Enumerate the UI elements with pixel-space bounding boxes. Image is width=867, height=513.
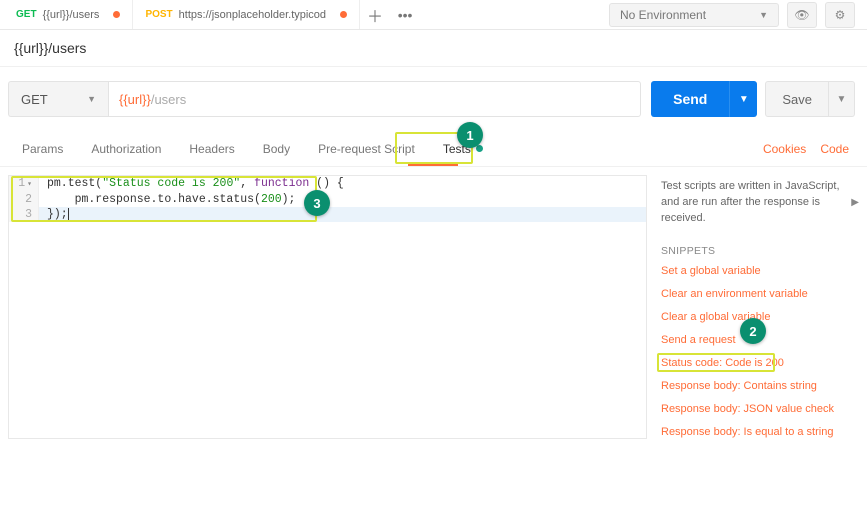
tab-prerequest[interactable]: Pre-request Script — [304, 131, 429, 166]
save-button[interactable]: Save — [765, 81, 829, 117]
http-method-value: GET — [21, 92, 48, 107]
section-right-links: Cookies Code — [763, 142, 859, 156]
method-badge-get: GET — [16, 9, 37, 20]
settings-button[interactable]: ⚙ — [825, 2, 855, 28]
tab-params[interactable]: Params — [8, 131, 77, 166]
snippet-set-global[interactable]: Set a global variable — [661, 265, 857, 277]
request-tab-strip: GET {{url}}/users POST https://jsonplace… — [0, 0, 867, 30]
chevron-down-icon: ▼ — [87, 94, 96, 104]
tab-body[interactable]: Body — [249, 131, 304, 166]
tests-editor-area: 1 pm.test("Status code is 200", function… — [0, 167, 867, 447]
chevron-down-icon: ▼ — [759, 10, 768, 20]
line-number: 3 — [9, 207, 39, 222]
active-indicator-icon — [476, 145, 483, 152]
expand-hint-button[interactable]: ▶ — [851, 197, 859, 208]
request-title-bar: {{url}}/users — [0, 30, 867, 67]
request-tab-1[interactable]: GET {{url}}/users — [4, 0, 133, 29]
tests-code-editor[interactable]: 1 pm.test("Status code is 200", function… — [8, 175, 647, 439]
text-cursor-icon — [68, 208, 69, 220]
send-options-button[interactable]: ▼ — [729, 81, 757, 117]
snippets-list: Set a global variable Clear an environme… — [661, 265, 857, 438]
new-tab-button[interactable]: ＋ — [360, 3, 390, 27]
snippet-status-200[interactable]: Status code: Code is 200 — [661, 357, 857, 369]
line-number: 1 — [9, 176, 39, 192]
code-line-2: pm.response.to.have.status(200); — [39, 192, 295, 207]
http-method-dropdown[interactable]: GET ▼ — [8, 81, 108, 117]
annotation-callout-2: 2 — [740, 318, 766, 344]
snippet-body-json[interactable]: Response body: JSON value check — [661, 403, 857, 415]
save-options-button[interactable]: ▼ — [829, 81, 855, 117]
snippets-sidebar: Test scripts are written in JavaScript, … — [647, 167, 867, 447]
unsaved-dot-icon — [113, 11, 120, 18]
request-tab-label: {{url}}/users — [43, 9, 100, 21]
tests-hint-text: Test scripts are written in JavaScript, … — [661, 179, 857, 227]
method-badge-post: POST — [145, 9, 172, 20]
cookies-link[interactable]: Cookies — [763, 142, 806, 156]
eye-icon: 👁 — [794, 8, 809, 22]
environment-label: No Environment — [620, 8, 706, 22]
snippet-body-contains[interactable]: Response body: Contains string — [661, 380, 857, 392]
snippet-body-equal[interactable]: Response body: Is equal to a string — [661, 426, 857, 438]
save-button-group: Save ▼ — [765, 81, 855, 117]
request-tab-label: https://jsonplaceholder.typicod — [179, 9, 326, 21]
annotation-callout-1: 1 — [457, 122, 483, 148]
url-input[interactable]: {{url}}/users — [108, 81, 641, 117]
unsaved-dot-icon — [340, 11, 347, 18]
request-builder-row: GET ▼ {{url}}/users Send ▼ Save ▼ — [0, 67, 867, 131]
gear-icon: ⚙ — [835, 8, 846, 22]
tab-headers[interactable]: Headers — [175, 131, 248, 166]
send-button-group: Send ▼ — [651, 81, 757, 117]
tab-options-button[interactable]: ••• — [390, 7, 420, 23]
snippet-label: Status code: Code is 200 — [661, 357, 784, 369]
environment-dropdown[interactable]: No Environment ▼ — [609, 3, 779, 27]
url-path: /users — [151, 92, 186, 107]
snippets-header: SNIPPETS — [661, 245, 857, 257]
code-line-3: }); — [39, 207, 69, 222]
tab-authorization[interactable]: Authorization — [77, 131, 175, 166]
topbar-right: No Environment ▼ 👁 ⚙ — [609, 2, 867, 28]
code-line-1: pm.test("Status code is 200", function (… — [39, 176, 344, 192]
snippet-clear-env[interactable]: Clear an environment variable — [661, 288, 857, 300]
send-button[interactable]: Send — [651, 81, 729, 117]
title-variable: {{url}} — [14, 40, 48, 56]
title-path: /users — [48, 40, 86, 56]
line-number: 2 — [9, 192, 39, 207]
code-link[interactable]: Code — [820, 142, 849, 156]
annotation-callout-3: 3 — [304, 190, 330, 216]
request-tab-2[interactable]: POST https://jsonplaceholder.typicod — [133, 0, 360, 29]
request-section-tabs: Params Authorization Headers Body Pre-re… — [0, 131, 867, 167]
environment-quicklook-button[interactable]: 👁 — [787, 2, 817, 28]
url-variable: {{url}} — [119, 92, 151, 107]
